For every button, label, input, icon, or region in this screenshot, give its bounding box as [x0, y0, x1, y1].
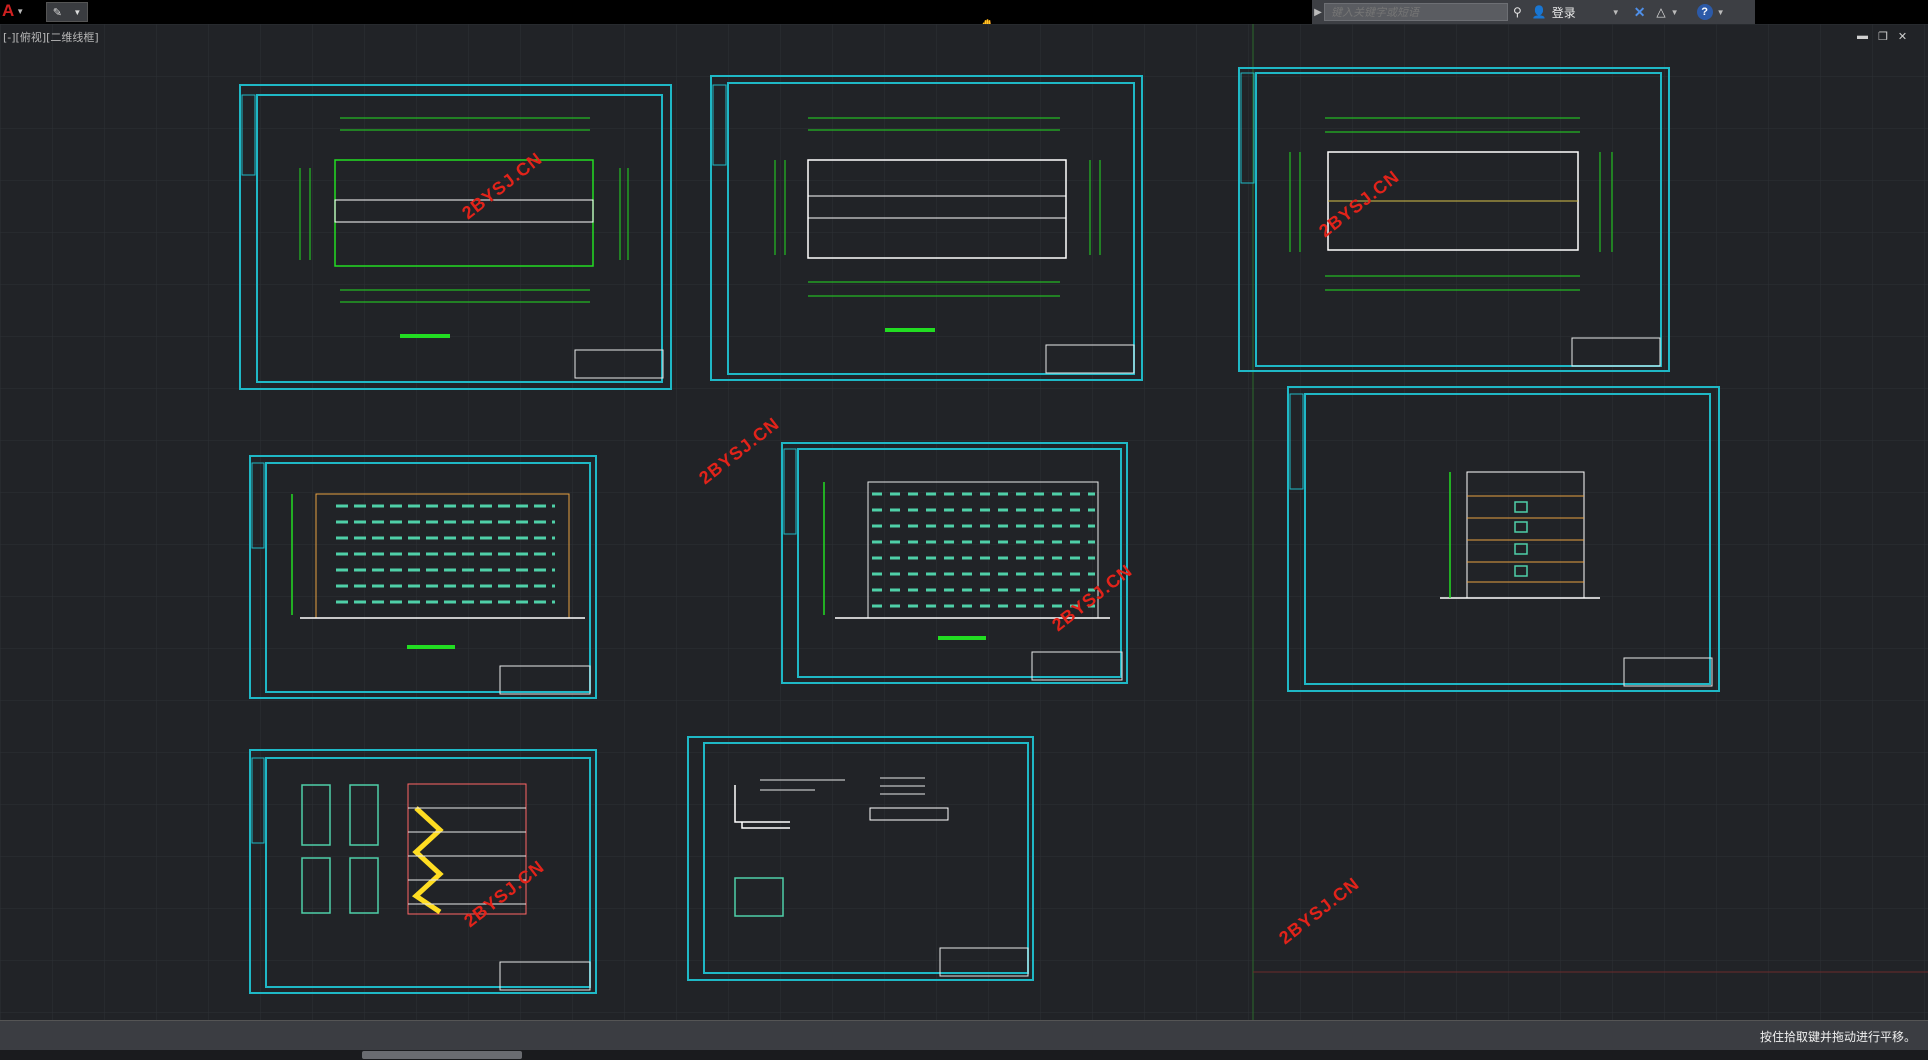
application-menu-button[interactable]: A ▼ [0, 0, 44, 22]
horizontal-scrollbar[interactable] [0, 1050, 1928, 1060]
minimize-icon[interactable]: ▬ [1857, 30, 1868, 43]
search-input[interactable] [1324, 3, 1508, 21]
chevron-down-icon[interactable]: ▼ [1671, 8, 1679, 17]
help-icon[interactable]: ? [1696, 4, 1713, 20]
drawing-canvas[interactable]: 2BYSJ.CN 2BYSJ.CN 2BYSJ.CN 2BYSJ.CN 2BYS… [0, 24, 1928, 1020]
chevron-down-icon[interactable]: ▼ [1612, 8, 1620, 17]
exchange-x-icon[interactable]: ✕ [1634, 4, 1646, 21]
viewport-controls-label[interactable]: [-][俯视][二维线框] [3, 29, 99, 45]
login-button[interactable]: 登录 [1552, 4, 1576, 21]
a360-icon[interactable]: △ [1656, 5, 1665, 19]
expand-arrow-icon[interactable]: ▶ [1312, 7, 1324, 18]
chevron-down-icon: ▼ [16, 6, 25, 16]
infocenter-bar: ▶ ⚲ 👤 登录 ▼ ✕ △ ▼ ? ▼ [1312, 0, 1755, 24]
title-bar: A ▼ ✎ ▼ ▶ ⚲ 👤 登录 ▼ ✕ △ ▼ ? ▼ [0, 0, 1928, 24]
autocad-logo-icon: A [2, 1, 15, 20]
chevron-down-icon[interactable]: ▼ [1717, 8, 1725, 17]
user-icon[interactable]: 👤 [1532, 5, 1547, 19]
edit-icon[interactable]: ✎ [53, 6, 62, 19]
scrollbar-thumb[interactable] [362, 1051, 522, 1059]
close-icon[interactable]: ✕ [1898, 30, 1907, 43]
quick-access-toolbar[interactable]: ✎ ▼ [46, 2, 88, 22]
status-message: 按住拾取键并拖动进行平移。 [1759, 1030, 1916, 1044]
binoculars-icon[interactable]: ⚲ [1513, 5, 1522, 19]
drawing-window-controls: ▬ ❐ ✕ [1857, 30, 1907, 43]
chevron-down-icon[interactable]: ▼ [73, 8, 81, 17]
command-status-bar: 按住拾取键并拖动进行平移。 [0, 1020, 1928, 1051]
restore-icon[interactable]: ❐ [1878, 30, 1888, 43]
